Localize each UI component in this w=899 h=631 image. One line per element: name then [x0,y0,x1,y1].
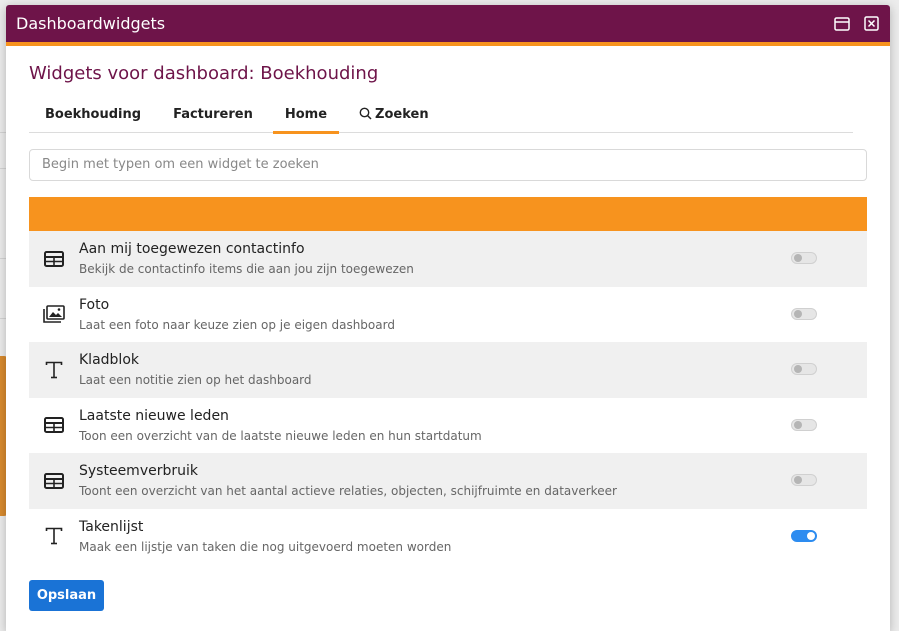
widget-row: Kladblok Laat een notitie zien op het da… [29,342,867,398]
dialog-titlebar: Dashboardwidgets [6,5,890,46]
text-icon [29,361,79,379]
dialog-title: Dashboardwidgets [16,14,166,33]
tab-home[interactable]: Home [269,101,343,134]
widget-toggle[interactable] [791,363,817,375]
widget-row: Laatste nieuwe leden Toon een overzicht … [29,398,867,454]
table-icon [29,472,79,489]
widget-toggle[interactable] [791,418,817,431]
widget-name: Laatste nieuwe leden [79,407,229,424]
tab-zoeken[interactable]: Zoeken [343,101,445,133]
widget-toggle[interactable] [791,474,817,486]
maximize-icon[interactable] [832,14,852,34]
close-icon[interactable] [861,14,881,34]
tab-boekhouding[interactable]: Boekhouding [29,101,157,133]
widget-row: Foto Laat een foto naar keuze zien op je… [29,287,867,343]
tab-zoeken-label: Zoeken [375,107,429,122]
text-icon [29,527,79,545]
widget-name: Foto [79,296,110,313]
widget-toggle[interactable] [791,529,817,542]
widget-description: Toont een overzicht van het aantal actie… [79,484,617,499]
widget-search-input[interactable]: Begin met typen om een widget te zoeken [29,149,867,181]
tab-bar: Boekhouding Factureren Home Zoeken [29,101,853,134]
widgets-dialog: Dashboardwidgets Widgets voor dashboard:… [6,5,890,631]
widget-name: Kladblok [79,352,139,369]
search-icon [359,103,372,130]
widget-name: Systeemverbruik [79,463,198,480]
image-icon [29,305,79,324]
tab-factureren[interactable]: Factureren [157,101,269,133]
widget-toggle[interactable] [791,307,817,320]
widget-description: Laat een notitie zien op het dashboard [79,373,312,388]
widget-description: Maak een lijstje van taken die nog uitge… [79,539,452,554]
widget-name: Aan mij toegewezen contactinfo [79,241,305,258]
widget-name: Takenlijst [79,518,144,535]
widget-toggle[interactable] [791,252,817,264]
table-icon [29,417,79,434]
widget-row: Takenlijst Maak een lijstje van taken di… [29,509,867,565]
dialog-heading: Widgets voor dashboard: Boekhouding [29,63,379,84]
table-icon [29,250,79,267]
widget-description: Bekijk de contactinfo items die aan jou … [79,262,414,277]
list-header-bar [29,197,867,231]
widget-row: Systeemverbruik Toont een overzicht van … [29,453,867,509]
widget-description: Laat een foto naar keuze zien op je eige… [79,317,395,332]
widget-description: Toon een overzicht van de laatste nieuwe… [79,428,482,443]
save-button[interactable]: Opslaan [29,580,104,611]
widget-row: Aan mij toegewezen contactinfo Bekijk de… [29,231,867,287]
widget-list: Aan mij toegewezen contactinfo Bekijk de… [29,231,867,564]
